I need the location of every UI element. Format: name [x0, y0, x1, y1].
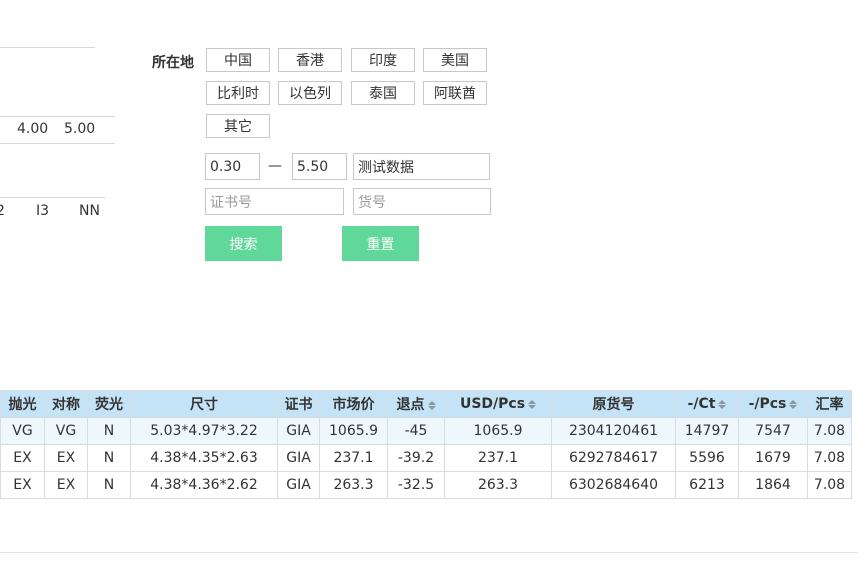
value-cell: 5.00: [64, 121, 96, 137]
col-certificate[interactable]: 证书: [277, 390, 320, 418]
table-cell: EX: [0, 444, 45, 472]
location-hongkong-button[interactable]: 香港: [278, 48, 342, 72]
table-cell: -32.5: [387, 471, 445, 499]
location-india-button[interactable]: 印度: [351, 48, 415, 72]
test-data-input[interactable]: 测试数据: [353, 153, 490, 180]
table-cell: -45: [387, 417, 445, 445]
table-header-row: 抛光 对称 荧光 尺寸 证书 市场价 退点 USD/Pcs 原货号 -/Ct -…: [0, 390, 852, 418]
table-cell: 2304120461: [551, 417, 676, 445]
table-cell: 237.1: [444, 444, 552, 472]
col-exchange-rate[interactable]: 汇率: [807, 390, 852, 418]
table-cell: 1065.9: [319, 417, 388, 445]
table-cell: 6292784617: [551, 444, 676, 472]
table-cell: 263.3: [444, 471, 552, 499]
location-thailand-button[interactable]: 泰国: [351, 81, 415, 105]
table-cell: 7.08: [807, 417, 852, 445]
table-cell: -39.2: [387, 444, 445, 472]
table-row[interactable]: VG VG N 5.03*4.97*3.22 GIA 1065.9 -45 10…: [0, 417, 852, 445]
table-cell: 5.03*4.97*3.22: [130, 417, 278, 445]
sort-icon[interactable]: [789, 399, 798, 410]
col-discount[interactable]: 退点: [387, 390, 445, 418]
value-cell: 4.00: [17, 121, 49, 137]
table-cell: 1864: [738, 471, 808, 499]
table-cell: 14797: [675, 417, 739, 445]
table-cell: 6302684640: [551, 471, 676, 499]
stock-number-input[interactable]: 货号: [353, 188, 491, 215]
col-symmetry[interactable]: 对称: [44, 390, 88, 418]
option-cell[interactable]: NN: [79, 203, 100, 219]
table-cell: 7547: [738, 417, 808, 445]
col-market-price[interactable]: 市场价: [319, 390, 388, 418]
divider: [0, 197, 105, 198]
location-israel-button[interactable]: 以色列: [278, 81, 342, 105]
table-cell: EX: [0, 471, 45, 499]
table-cell: EX: [44, 471, 88, 499]
sort-icon[interactable]: [427, 400, 436, 411]
location-china-button[interactable]: 中国: [206, 48, 270, 72]
search-button[interactable]: 搜索: [205, 226, 282, 261]
option-cell[interactable]: I3: [36, 203, 49, 219]
col-fluorescence[interactable]: 荧光: [87, 390, 131, 418]
size-min-input[interactable]: 0.30: [205, 153, 260, 180]
table-cell: 237.1: [319, 444, 388, 472]
table-cell: 4.38*4.36*2.62: [130, 471, 278, 499]
table-cell: 5596: [675, 444, 739, 472]
location-other-button[interactable]: 其它: [206, 114, 270, 138]
col-usd-per-pcs[interactable]: USD/Pcs: [444, 390, 552, 418]
divider: [0, 47, 95, 48]
certificate-number-input[interactable]: 证书号: [205, 188, 344, 215]
table-cell: 7.08: [807, 444, 852, 472]
table-cell: GIA: [277, 417, 320, 445]
table-cell: 7.08: [807, 471, 852, 499]
location-belgium-button[interactable]: 比利时: [206, 81, 270, 105]
results-table: 抛光 对称 荧光 尺寸 证书 市场价 退点 USD/Pcs 原货号 -/Ct -…: [0, 390, 852, 499]
table-cell: VG: [0, 417, 45, 445]
location-usa-button[interactable]: 美国: [423, 48, 487, 72]
col-polish[interactable]: 抛光: [0, 390, 45, 418]
size-max-input[interactable]: 5.50: [292, 153, 347, 180]
table-cell: GIA: [277, 471, 320, 499]
col-price-per-ct[interactable]: -/Ct: [675, 390, 739, 418]
col-original-stock-no[interactable]: 原货号: [551, 390, 676, 418]
table-cell: EX: [44, 444, 88, 472]
table-cell: 263.3: [319, 471, 388, 499]
table-cell: GIA: [277, 444, 320, 472]
range-separator: —: [268, 158, 282, 174]
table-cell: N: [87, 444, 131, 472]
table-cell: 1679: [738, 444, 808, 472]
table-row[interactable]: EX EX N 4.38*4.36*2.62 GIA 263.3 -32.5 2…: [0, 471, 852, 499]
location-uae-button[interactable]: 阿联酋: [423, 81, 487, 105]
footer-divider: [0, 552, 858, 553]
sort-icon[interactable]: [718, 399, 727, 410]
col-price-per-pcs[interactable]: -/Pcs: [738, 390, 808, 418]
table-cell: 4.38*4.35*2.63: [130, 444, 278, 472]
divider: [0, 116, 115, 117]
col-measurements[interactable]: 尺寸: [130, 390, 278, 418]
table-cell: N: [87, 417, 131, 445]
reset-button[interactable]: 重置: [342, 226, 419, 261]
table-cell: VG: [44, 417, 88, 445]
option-cell[interactable]: 2: [0, 203, 5, 219]
table-cell: 1065.9: [444, 417, 552, 445]
sort-icon[interactable]: [528, 399, 537, 410]
table-cell: N: [87, 471, 131, 499]
divider: [0, 143, 115, 144]
table-cell: 6213: [675, 471, 739, 499]
table-row[interactable]: EX EX N 4.38*4.35*2.63 GIA 237.1 -39.2 2…: [0, 444, 852, 472]
location-label: 所在地: [152, 55, 194, 71]
